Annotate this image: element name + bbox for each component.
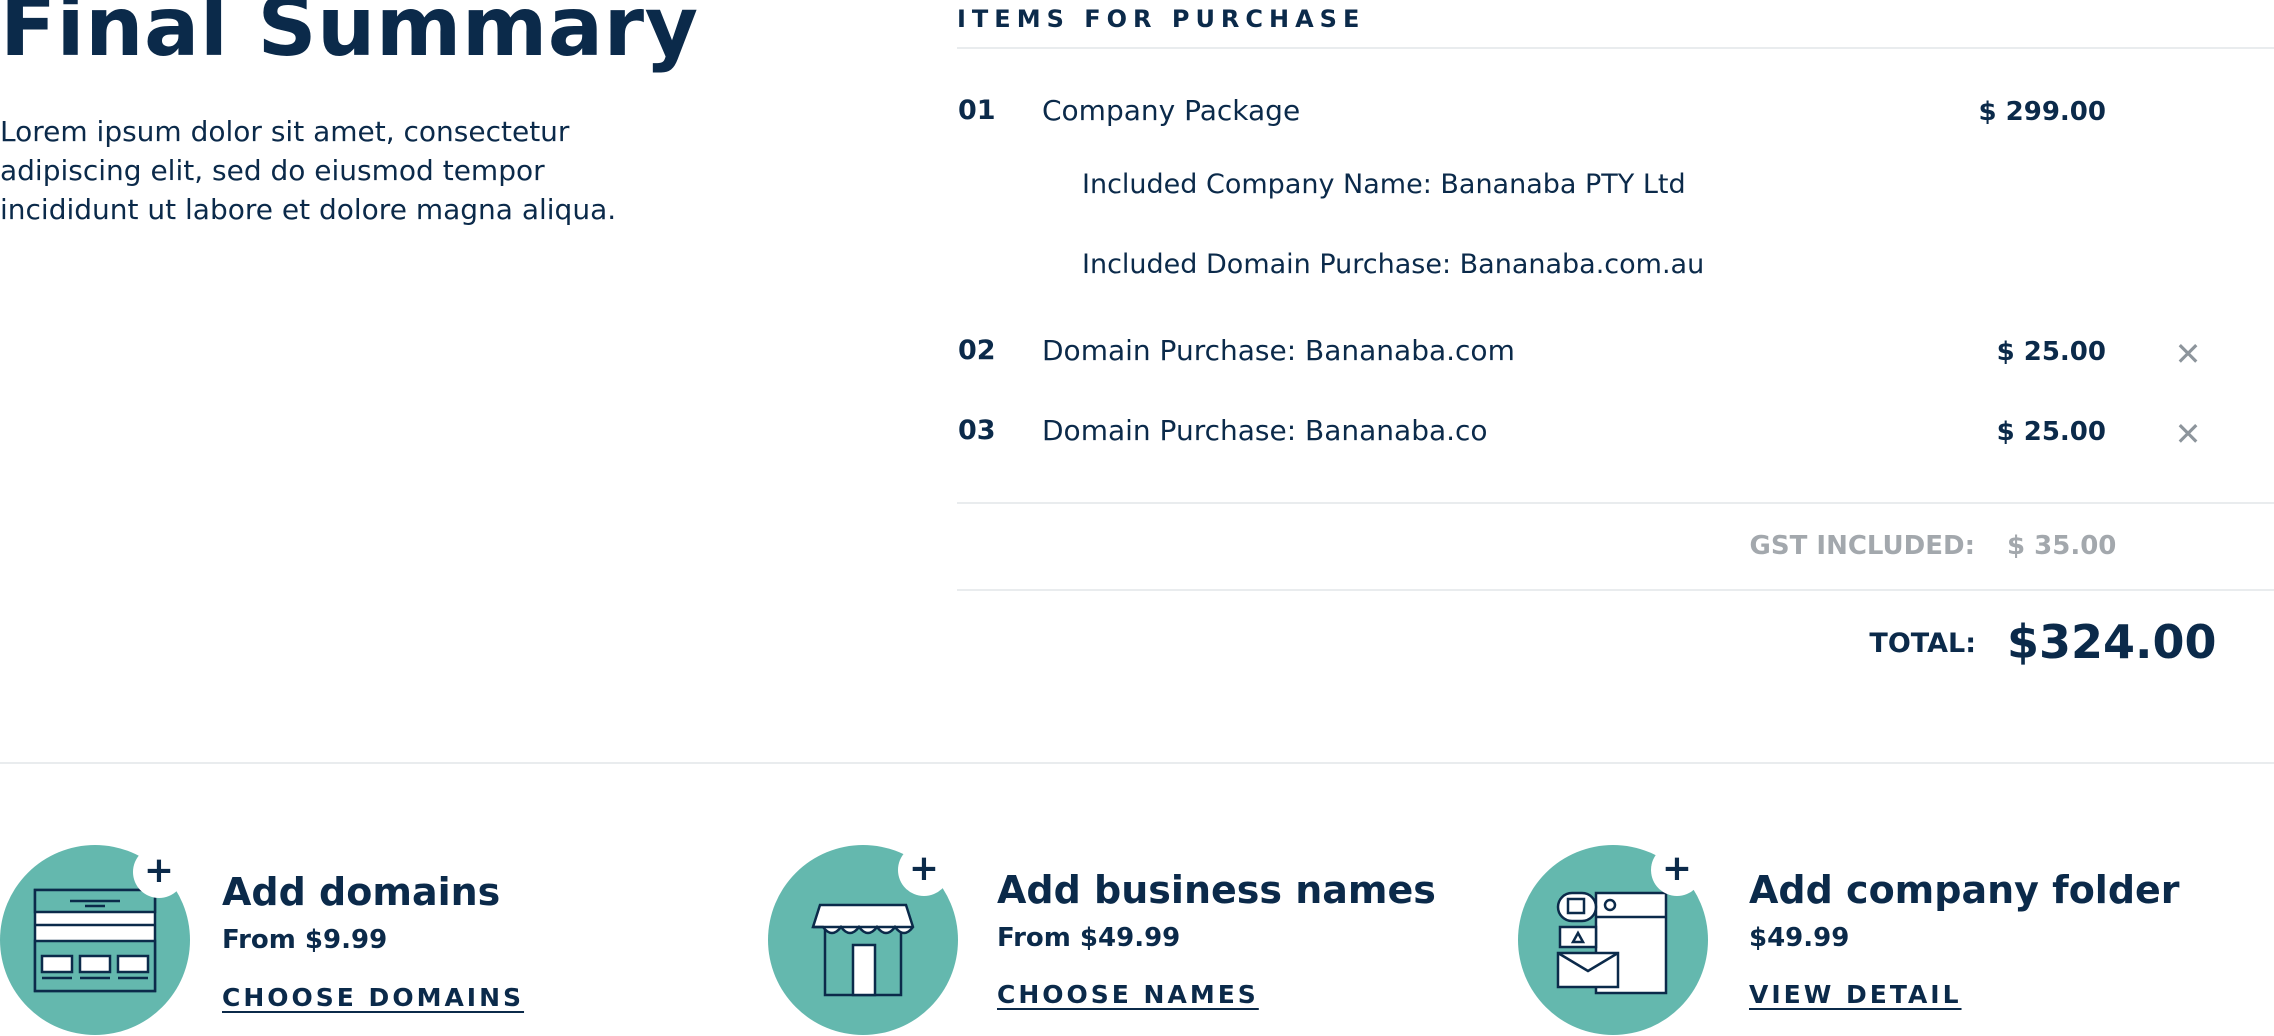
- item-name: Domain Purchase: Bananaba.com: [1042, 334, 1515, 367]
- total-label: TOTAL:: [1869, 628, 1976, 659]
- plus-icon: +: [143, 850, 175, 891]
- item-name: Domain Purchase: Bananaba.co: [1042, 414, 1488, 447]
- choose-names-link[interactable]: CHOOSE NAMES: [997, 980, 1259, 1009]
- plus-icon: +: [1661, 848, 1693, 889]
- add-domains-price: From $9.99: [222, 925, 388, 955]
- items-section-label: ITEMS FOR PURCHASE: [957, 5, 1366, 33]
- item-number: 02: [958, 335, 996, 366]
- item-name: Company Package: [1042, 94, 1301, 127]
- item-price: $ 25.00: [1996, 337, 2106, 367]
- gst-label: GST INCLUDED:: [1749, 531, 1975, 561]
- included-company-name: Included Company Name: Bananaba PTY Ltd: [1082, 169, 1686, 200]
- add-company-folder-price: $49.99: [1749, 923, 1850, 953]
- included-domain-purchase: Included Domain Purchase: Bananaba.com.a…: [1082, 249, 1705, 280]
- divider: [957, 502, 2274, 504]
- add-domains-plus-button[interactable]: +: [133, 846, 185, 898]
- page-description: Lorem ipsum dolor sit amet, consectetur …: [0, 115, 617, 226]
- add-company-folder-plus-button[interactable]: +: [1651, 844, 1703, 896]
- item-price: $ 299.00: [1978, 97, 2106, 127]
- divider: [957, 589, 2274, 591]
- divider: [957, 47, 2274, 49]
- page-title: Final Summary: [0, 0, 699, 75]
- total-value: $324.00: [2007, 615, 2217, 669]
- item-number: 01: [958, 95, 996, 126]
- plus-icon: +: [908, 848, 940, 889]
- add-business-names-title: Add business names: [997, 868, 1436, 912]
- add-business-names-price: From $49.99: [997, 923, 1181, 953]
- choose-domains-link[interactable]: CHOOSE DOMAINS: [222, 983, 524, 1012]
- item-number: 03: [958, 415, 996, 446]
- item-price: $ 25.00: [1996, 417, 2106, 447]
- close-icon: ✕: [2174, 335, 2202, 373]
- view-detail-link[interactable]: VIEW DETAIL: [1749, 980, 1962, 1009]
- add-company-folder-title: Add company folder: [1749, 868, 2180, 912]
- divider: [0, 762, 2274, 764]
- remove-item-button[interactable]: ✕: [2172, 338, 2204, 370]
- add-business-names-plus-button[interactable]: +: [898, 844, 950, 896]
- close-icon: ✕: [2174, 415, 2202, 453]
- add-domains-title: Add domains: [222, 870, 501, 914]
- gst-value: $ 35.00: [2007, 531, 2117, 561]
- remove-item-button[interactable]: ✕: [2172, 418, 2204, 450]
